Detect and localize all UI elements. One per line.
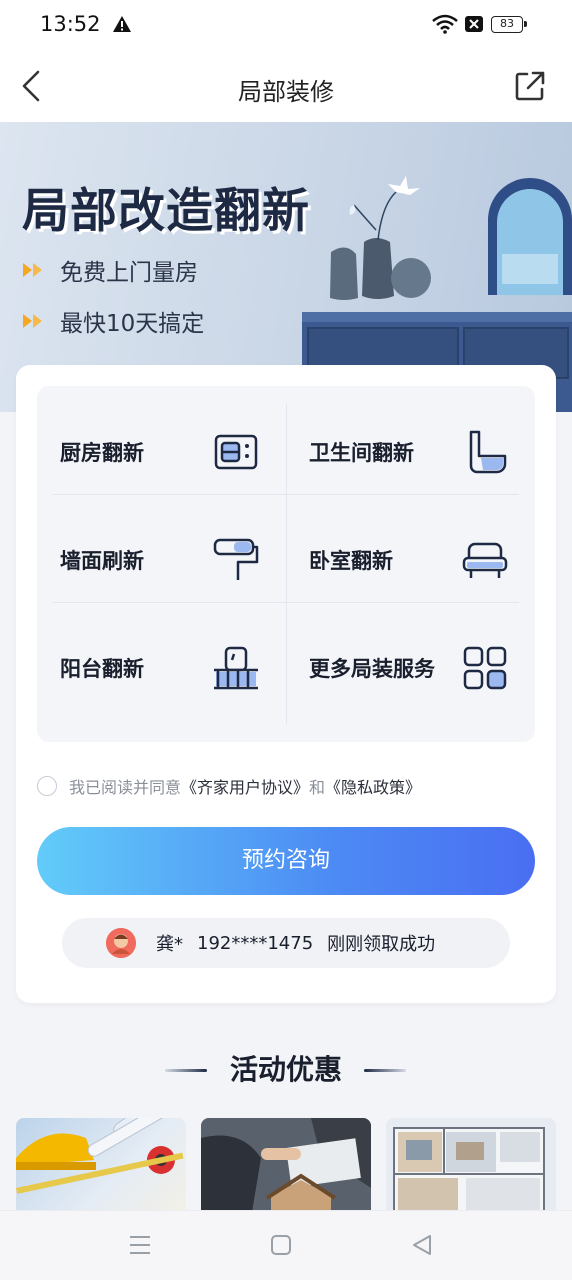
battery-indicator: 83 (491, 16, 527, 33)
service-grid: 厨房翻新 卫生间翻新 墙面刷新 卧室翻新 阳台翻新 更多局装服务 (37, 386, 535, 742)
service-card: 厨房翻新 卫生间翻新 墙面刷新 卧室翻新 阳台翻新 更多局装服务 我已阅读并同意… (16, 365, 556, 1003)
service-kitchen[interactable]: 厨房翻新 (37, 398, 286, 506)
warning-icon (113, 16, 131, 32)
recent-signup-ticker: 龚* 192****1475 刚刚领取成功 (62, 918, 510, 968)
avatar (106, 928, 136, 958)
grid-icon (463, 646, 507, 690)
ticker-message: 刚刚领取成功 (327, 934, 436, 955)
service-label: 厨房翻新 (60, 441, 144, 465)
agreement-and: 和 (309, 778, 326, 797)
promo-card-floorplan[interactable] (386, 1118, 556, 1218)
back-icon[interactable] (411, 1233, 433, 1257)
double-arrow-icon (23, 263, 42, 277)
balcony-icon (214, 646, 258, 690)
service-label: 阳台翻新 (60, 657, 144, 681)
promo-card-tools[interactable] (16, 1118, 186, 1218)
section-title: 活动优惠 (229, 1053, 342, 1086)
home-icon[interactable] (270, 1233, 292, 1257)
service-wall[interactable]: 墙面刷新 (37, 506, 286, 614)
wifi-icon (432, 14, 458, 34)
double-arrow-icon (23, 314, 42, 328)
status-bar: 13:52 83 (0, 0, 572, 52)
promo-card-design[interactable] (201, 1118, 371, 1218)
banner-bullet: 最快10天搞定 (22, 304, 204, 338)
status-time: 13:52 (40, 12, 101, 36)
promo-image (386, 1118, 556, 1218)
section-divider (364, 1069, 406, 1072)
agreement-checkbox[interactable] (37, 776, 57, 796)
promo-image (201, 1118, 371, 1218)
service-label: 墙面刷新 (60, 549, 144, 573)
ticker-name: 龚* (156, 934, 183, 955)
share-icon[interactable] (514, 70, 546, 102)
agreement-prefix: 我已阅读并同意 (69, 778, 182, 797)
no-sim-icon (465, 16, 483, 32)
page-title: 局部装修 (238, 78, 334, 106)
banner-bullet-text: 最快10天搞定 (60, 311, 205, 337)
banner-title: 局部改造翻新 (22, 184, 310, 239)
service-label: 卫生间翻新 (309, 441, 414, 465)
kitchen-icon (214, 434, 258, 470)
top-nav: 局部装修 (0, 52, 572, 122)
agreement-row: 我已阅读并同意 《齐家用户协议》 和 《隐私政策》 (37, 774, 421, 798)
paint-roller-icon (213, 538, 259, 580)
bed-icon (462, 542, 508, 578)
banner-bullet: 免费上门量房 (22, 253, 198, 287)
menu-icon[interactable] (128, 1233, 152, 1257)
system-nav-bar (0, 1210, 572, 1280)
service-more[interactable]: 更多局装服务 (286, 614, 535, 722)
user-agreement-link[interactable]: 《齐家用户协议》 (181, 774, 309, 798)
book-consultation-button[interactable]: 预约咨询 (37, 827, 535, 895)
banner-bullet-text: 免费上门量房 (60, 260, 198, 286)
promo-image (16, 1118, 184, 1194)
service-bathroom[interactable]: 卫生间翻新 (286, 398, 535, 506)
service-balcony[interactable]: 阳台翻新 (37, 614, 286, 722)
service-label: 更多局装服务 (309, 657, 435, 681)
ticker-phone: 192****1475 (197, 932, 314, 954)
service-label: 卧室翻新 (309, 549, 393, 573)
service-bedroom[interactable]: 卧室翻新 (286, 506, 535, 614)
privacy-policy-link[interactable]: 《隐私政策》 (325, 774, 421, 798)
toilet-icon (469, 430, 507, 474)
